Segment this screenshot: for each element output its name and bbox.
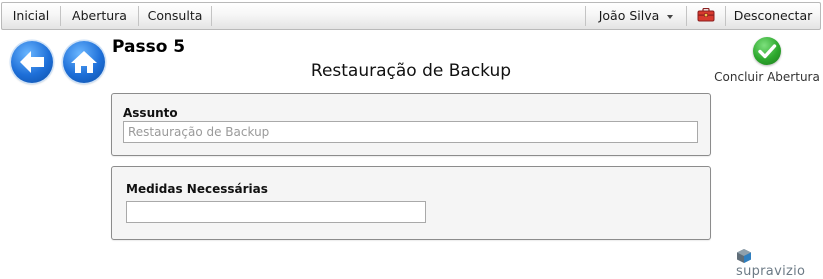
supravizio-logo: supravizio [736, 248, 823, 279]
toolbox-icon [697, 7, 715, 22]
conclude-button[interactable]: Concluir Abertura [712, 70, 822, 84]
subject-panel: Assunto [111, 93, 711, 156]
logout-button[interactable]: Desconectar [726, 3, 820, 29]
home-icon [71, 51, 97, 73]
check-mark-icon [758, 44, 777, 59]
back-button[interactable] [11, 41, 53, 83]
chevron-down-icon [667, 14, 674, 19]
nav-item-abertura[interactable]: Abertura [61, 3, 138, 29]
nav-item-consulta[interactable]: Consulta [139, 3, 211, 29]
subject-input[interactable] [123, 121, 698, 143]
logo-text: supravizio [736, 264, 806, 279]
step-indicator: Passo 5 [112, 37, 186, 57]
measures-input[interactable] [126, 201, 426, 223]
subject-label: Assunto [123, 106, 178, 120]
measures-panel: Medidas Necessárias [111, 166, 711, 240]
toolbox-button[interactable] [687, 3, 725, 29]
back-arrow-icon [20, 51, 44, 73]
page-title: Restauração de Backup [310, 61, 512, 81]
measures-label: Medidas Necessárias [126, 182, 268, 196]
top-nav-bar: Inicial Abertura Consulta João Silva Des… [1, 2, 821, 30]
logo-cube-icon [737, 249, 751, 263]
check-circle-icon[interactable] [753, 37, 781, 65]
nav-separator [211, 6, 212, 26]
home-button[interactable] [63, 41, 105, 83]
user-menu[interactable]: João Silva [586, 3, 686, 29]
user-name: João Silva [598, 8, 660, 23]
nav-item-inicial[interactable]: Inicial [2, 3, 60, 29]
